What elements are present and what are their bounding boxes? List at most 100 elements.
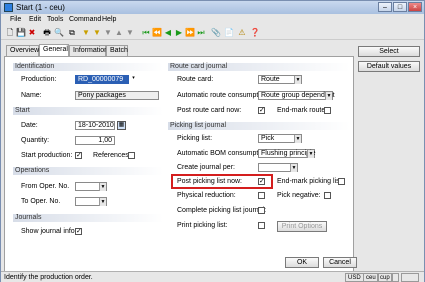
chevron-down-icon[interactable]: ▼ xyxy=(294,135,301,143)
references-label: References: xyxy=(93,152,131,159)
last-record-icon[interactable]: ⏭ xyxy=(196,28,206,38)
auto-bom-consumption-select[interactable]: Flushing principle ▼ xyxy=(258,149,315,158)
end-mark-route-label: End-mark route: xyxy=(277,107,328,114)
default-values-button[interactable]: Default values xyxy=(358,61,420,72)
end-mark-picking-list-checkbox[interactable] xyxy=(338,178,345,185)
maximize-button[interactable]: □ xyxy=(393,2,407,12)
section-route-card-journal: Route card journal xyxy=(168,63,350,71)
post-picking-list-checkbox[interactable]: ✓ xyxy=(258,178,265,185)
name-label: Name: xyxy=(21,92,42,99)
menu-help[interactable]: Help xyxy=(102,16,116,23)
save-icon[interactable]: 💾 xyxy=(16,28,26,38)
app-icon xyxy=(4,3,13,12)
route-card-select[interactable]: Route ▼ xyxy=(258,75,302,84)
help-icon[interactable]: ❓ xyxy=(250,28,260,38)
menu-bar: File Edit Tools Command Help xyxy=(1,15,424,26)
chevron-down-icon[interactable]: ▼ xyxy=(99,198,106,206)
pick-negative-checkbox[interactable] xyxy=(324,192,331,199)
physical-reduction-checkbox[interactable] xyxy=(258,192,265,199)
menu-edit[interactable]: Edit xyxy=(29,16,41,23)
print-picking-list-label: Print picking list: xyxy=(177,222,228,229)
advanced-filter-icon[interactable]: ▼ xyxy=(103,28,113,38)
post-picking-list-label: Post picking list now: xyxy=(177,178,242,185)
copy-icon[interactable]: ⧉ xyxy=(67,28,77,38)
next-record-icon[interactable]: ▶ xyxy=(174,28,184,38)
end-mark-route-checkbox[interactable] xyxy=(324,107,331,114)
print-icon[interactable]: 🖶 xyxy=(42,28,52,38)
post-route-card-label: Post route card now: xyxy=(177,107,242,114)
name-field: Pony packages xyxy=(75,91,159,100)
document-icon[interactable]: 📄 xyxy=(224,28,234,38)
references-checkbox[interactable] xyxy=(128,152,135,159)
start-production-checkbox[interactable]: ✓ xyxy=(75,152,82,159)
picking-list-select[interactable]: Pick ▼ xyxy=(258,134,302,143)
tab-information[interactable]: Information xyxy=(69,45,108,56)
calendar-icon[interactable]: ▦ xyxy=(117,121,126,130)
pick-negative-label: Pick negative: xyxy=(277,192,321,199)
attachment-icon[interactable]: 📎 xyxy=(211,28,221,38)
section-picking-list-journal: Picking list journal xyxy=(168,122,350,130)
picking-list-value: Pick xyxy=(261,135,275,142)
show-journal-info-label: Show journal info: xyxy=(21,228,77,235)
date-field[interactable]: 18-10-2010 xyxy=(75,121,115,130)
next-page-icon[interactable]: ⏩ xyxy=(185,28,195,38)
dialog-window: Start (1 - ceu) – □ × File Edit Tools Co… xyxy=(0,0,425,282)
tab-overview[interactable]: Overview xyxy=(6,45,39,56)
chevron-down-icon[interactable]: ▼ xyxy=(99,183,106,191)
new-record-icon[interactable]: 🗋 xyxy=(5,28,15,38)
preview-icon[interactable]: 🔍 xyxy=(54,28,64,38)
lookup-dropdown-icon[interactable]: ▾ xyxy=(130,76,137,83)
general-tab-panel: Identification Production: RD_00000079 ▾… xyxy=(4,56,354,272)
status-bar: Identify the production order. USD ceu c… xyxy=(1,271,424,282)
auto-bom-consumption-label: Automatic BOM consumption: xyxy=(177,150,270,157)
section-start: Start xyxy=(13,107,163,115)
auto-route-consumption-select[interactable]: Route group dependent ▼ xyxy=(258,91,335,100)
date-label: Date: xyxy=(21,122,38,129)
status-resize-grip-icon[interactable] xyxy=(401,273,419,282)
select-button[interactable]: Select xyxy=(358,46,420,57)
previous-page-icon[interactable]: ⏪ xyxy=(152,28,162,38)
quantity-label: Quantity: xyxy=(21,137,50,144)
cancel-button[interactable]: Cancel xyxy=(323,257,357,268)
create-journal-per-label: Create journal per: xyxy=(177,164,235,171)
create-journal-per-select[interactable]: ▼ xyxy=(258,163,298,172)
delete-icon[interactable]: ✖ xyxy=(27,28,37,38)
status-currency: USD xyxy=(345,273,364,282)
status-message: Identify the production order. xyxy=(4,274,93,281)
tab-general[interactable]: General xyxy=(39,44,69,56)
print-picking-list-checkbox[interactable] xyxy=(258,222,265,229)
minimize-button[interactable]: – xyxy=(378,2,392,12)
production-field[interactable]: RD_00000079 xyxy=(75,75,129,84)
previous-record-icon[interactable]: ◀ xyxy=(163,28,173,38)
chevron-down-icon[interactable]: ▼ xyxy=(325,92,332,100)
chevron-down-icon[interactable]: ▼ xyxy=(307,150,314,158)
quantity-field[interactable]: 1,00 xyxy=(75,136,115,145)
title-bar: Start (1 - ceu) – □ × xyxy=(1,1,424,14)
start-production-label: Start production: xyxy=(21,152,73,159)
to-oper-no-label: To Oper. No. xyxy=(21,198,61,205)
tab-batch[interactable]: Batch xyxy=(106,45,128,56)
chevron-down-icon[interactable]: ▼ xyxy=(294,76,301,84)
physical-reduction-label: Physical reduction: xyxy=(177,192,236,199)
post-route-card-checkbox[interactable]: ✓ xyxy=(258,107,265,114)
filter-by-selection-icon[interactable]: ▼ xyxy=(92,28,102,38)
close-button[interactable]: × xyxy=(408,2,422,12)
sort-ascending-icon[interactable]: ▲ xyxy=(114,28,124,38)
ok-button[interactable]: OK xyxy=(285,257,319,268)
from-oper-no-field[interactable]: ▼ xyxy=(75,182,107,191)
menu-file[interactable]: File xyxy=(10,16,21,23)
alert-icon[interactable]: ⚠ xyxy=(237,28,247,38)
show-journal-info-checkbox[interactable]: ✓ xyxy=(75,228,82,235)
sort-descending-icon[interactable]: ▼ xyxy=(125,28,135,38)
print-options-button[interactable]: Print Options xyxy=(277,221,327,232)
menu-command[interactable]: Command xyxy=(69,16,101,23)
first-record-icon[interactable]: ⏮ xyxy=(141,28,151,38)
to-oper-no-field[interactable]: ▼ xyxy=(75,197,107,206)
filter-icon[interactable]: ▼ xyxy=(81,28,91,38)
menu-tools[interactable]: Tools xyxy=(47,16,63,23)
chevron-down-icon[interactable]: ▼ xyxy=(290,164,297,172)
picking-list-label: Picking list: xyxy=(177,135,213,142)
complete-picking-list-journal-checkbox[interactable] xyxy=(258,207,265,214)
section-identification: Identification xyxy=(13,63,163,71)
production-label: Production: xyxy=(21,76,57,83)
